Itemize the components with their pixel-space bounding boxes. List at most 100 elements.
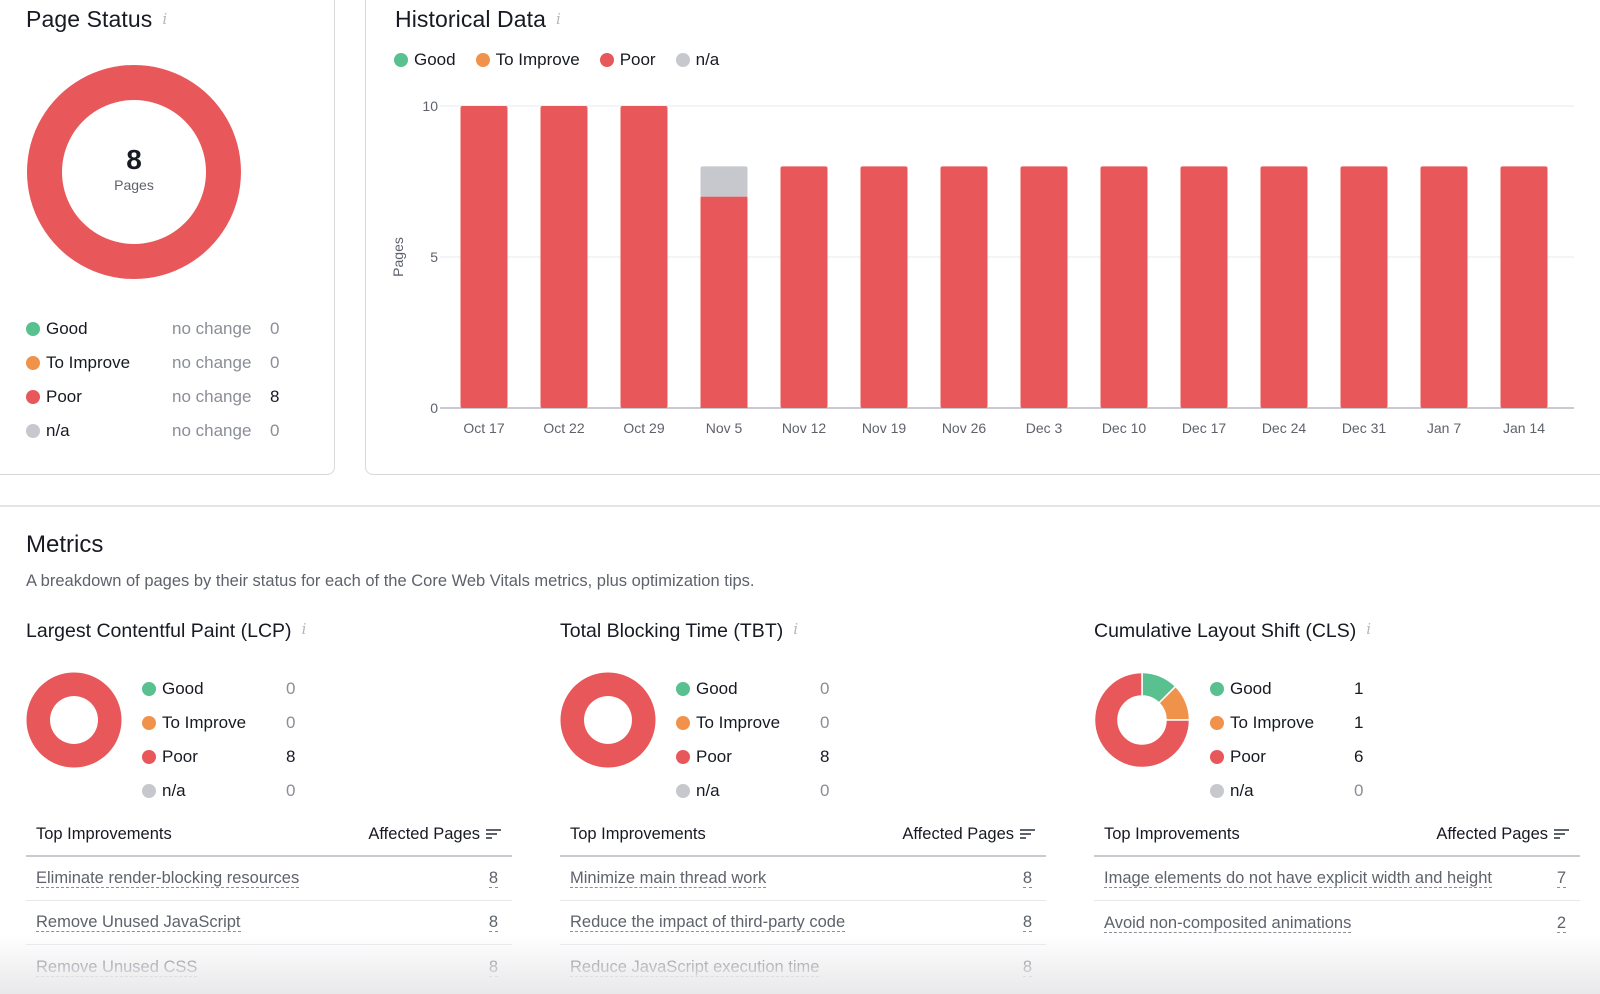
legend-item-to-improve[interactable]: To Improve [475, 50, 580, 70]
improvements-table: Top Improvements Affected Pages Minimize… [560, 813, 1046, 989]
y-tick-label: 5 [430, 249, 438, 265]
metric-row-to-improve: To Improve 1 [1210, 706, 1363, 740]
table-row: Image elements do not have explicit widt… [1094, 857, 1580, 901]
metric-donut-chart [560, 672, 656, 768]
legend-item-na[interactable]: n/a [675, 50, 719, 70]
bar-poor[interactable] [1340, 166, 1388, 408]
column-header-affected-pages[interactable]: Affected Pages [1436, 825, 1570, 844]
bar-poor[interactable] [1420, 166, 1468, 408]
column-header-affected-pages[interactable]: Affected Pages [902, 825, 1036, 844]
metric-row-good: Good 0 [142, 672, 295, 706]
metric-lcp: Largest Contentful Paint (LCP) i Good 0 T… [26, 620, 516, 977]
info-icon[interactable]: i [162, 10, 167, 28]
bar-poor[interactable] [1180, 166, 1228, 408]
improvement-link[interactable]: Eliminate render-blocking resources [36, 869, 300, 888]
total-pages-count: 8 [126, 144, 142, 175]
good-dot-icon [676, 682, 690, 696]
bar-poor[interactable] [780, 166, 828, 408]
table-row: Eliminate render-blocking resources 8 [26, 857, 512, 901]
metric-row-na: n/a 0 [142, 774, 295, 808]
donut-slice-poor[interactable] [26, 672, 122, 768]
affected-pages-count[interactable]: 8 [1022, 958, 1032, 977]
metric-tbt: Total Blocking Time (TBT) i Good 0 To Imp… [560, 620, 1050, 977]
affected-pages-count[interactable]: 2 [1556, 914, 1566, 933]
affected-pages-count[interactable]: 7 [1556, 869, 1566, 888]
bar-poor[interactable] [860, 166, 908, 408]
sort-icon[interactable] [486, 828, 502, 840]
info-icon[interactable]: i [793, 620, 798, 638]
bar-poor[interactable] [700, 196, 748, 408]
metric-legend: Good 0 To Improve 0 Poor 8 n/a 0 [676, 672, 829, 808]
status-row-to-improve: To Improve no change 0 [26, 346, 286, 380]
affected-pages-count[interactable]: 8 [488, 958, 498, 977]
metric-cls: Cumulative Layout Shift (CLS) i Good 1 To… [1094, 620, 1584, 933]
improvement-link[interactable]: Reduce the impact of third-party code [570, 913, 846, 932]
legend-item-poor[interactable]: Poor [599, 50, 656, 70]
info-icon[interactable]: i [556, 10, 561, 28]
metric-title: Largest Contentful Paint (LCP) i [26, 620, 307, 642]
bar-poor[interactable] [1260, 166, 1308, 408]
improvement-link[interactable]: Image elements do not have explicit widt… [1104, 869, 1492, 888]
bar-na[interactable] [700, 166, 748, 197]
total-pages-label: Pages [114, 177, 154, 193]
metric-row-to-improve: To Improve 0 [676, 706, 829, 740]
sort-icon[interactable] [1020, 828, 1036, 840]
good-dot-icon [1210, 682, 1224, 696]
improvement-link[interactable]: Minimize main thread work [570, 869, 767, 888]
good-dot-icon [26, 322, 40, 336]
metric-row-good: Good 1 [1210, 672, 1363, 706]
improvements-table-header: Top Improvements Affected Pages [560, 813, 1046, 857]
column-header-affected-pages[interactable]: Affected Pages [368, 825, 502, 844]
poor-dot-icon [1210, 750, 1224, 764]
table-row: Minimize main thread work 8 [560, 857, 1046, 901]
affected-pages-count[interactable]: 8 [488, 913, 498, 932]
metric-row-na: n/a 0 [676, 774, 829, 808]
metrics-title: Metrics [26, 531, 104, 558]
column-header-top-improvements: Top Improvements [570, 824, 706, 843]
bar-poor[interactable] [940, 166, 988, 408]
improvement-link[interactable]: Remove Unused JavaScript [36, 913, 241, 932]
metric-donut-chart [1094, 672, 1190, 768]
donut-slice-poor[interactable] [560, 672, 656, 768]
table-row: Reduce the impact of third-party code 8 [560, 901, 1046, 945]
x-tick-label: Nov 19 [862, 420, 907, 436]
x-tick-label: Nov 12 [782, 420, 827, 436]
page-status-title: Page Status i [26, 6, 168, 32]
bar-poor[interactable] [1100, 166, 1148, 408]
metric-row-poor: Poor 8 [142, 740, 295, 774]
x-tick-label: Dec 10 [1102, 420, 1147, 436]
y-tick-label: 0 [430, 400, 438, 416]
metrics-description: A breakdown of pages by their status for… [26, 572, 755, 590]
x-tick-label: Dec 3 [1026, 420, 1063, 436]
bar-poor[interactable] [1020, 166, 1068, 408]
affected-pages-count[interactable]: 8 [1022, 913, 1032, 932]
poor-dot-icon [676, 750, 690, 764]
info-icon[interactable]: i [1366, 620, 1371, 638]
affected-pages-count[interactable]: 8 [488, 869, 498, 888]
improvement-link[interactable]: Avoid non-composited animations [1104, 914, 1352, 933]
x-tick-label: Oct 22 [543, 420, 584, 436]
improvement-link[interactable]: Reduce JavaScript execution time [570, 958, 820, 977]
x-tick-label: Dec 24 [1262, 420, 1307, 436]
sort-icon[interactable] [1554, 828, 1570, 840]
affected-pages-count[interactable]: 8 [1022, 869, 1032, 888]
bar-poor[interactable] [460, 106, 508, 408]
to-improve-dot-icon [475, 53, 490, 67]
x-tick-label: Nov 5 [706, 420, 743, 436]
improvement-link[interactable]: Remove Unused CSS [36, 958, 198, 977]
historical-legend: Good To Improve Poor n/a [394, 50, 739, 70]
bar-poor[interactable] [620, 106, 668, 408]
improvements-table: Top Improvements Affected Pages Eliminat… [26, 813, 512, 989]
info-icon[interactable]: i [302, 620, 307, 638]
page-status-legend: Good no change 0 To Improve no change 0 … [26, 312, 286, 448]
x-tick-label: Dec 17 [1182, 420, 1227, 436]
table-row: Remove Unused CSS 8 [26, 945, 512, 989]
legend-item-good[interactable]: Good [394, 50, 456, 70]
x-tick-label: Nov 26 [942, 420, 987, 436]
table-row: Reduce JavaScript execution time 8 [560, 945, 1046, 989]
to-improve-dot-icon [1210, 716, 1224, 730]
bar-poor[interactable] [1500, 166, 1548, 408]
table-row: Remove Unused JavaScript 8 [26, 901, 512, 945]
x-tick-label: Oct 29 [623, 420, 664, 436]
bar-poor[interactable] [540, 106, 588, 408]
